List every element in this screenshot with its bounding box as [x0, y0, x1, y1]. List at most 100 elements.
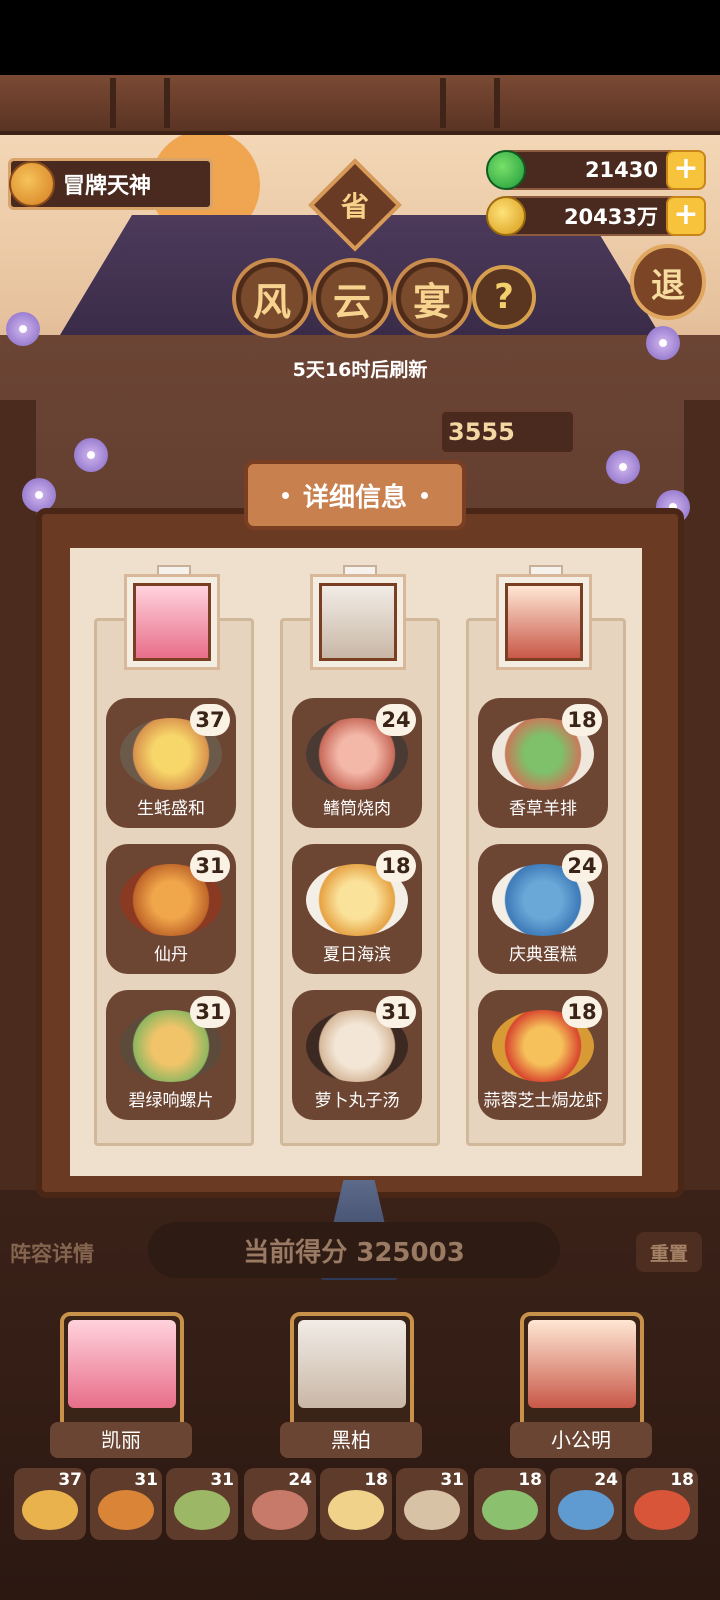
- add-coin-button[interactable]: +: [666, 196, 706, 236]
- dish-slot[interactable]: 18: [474, 1468, 546, 1540]
- dish-slot[interactable]: 37: [14, 1468, 86, 1540]
- details-title: 详细信息: [302, 482, 407, 513]
- title-medal-1: 风: [232, 258, 312, 338]
- pillar-right: [684, 400, 720, 1190]
- slot-count: 31: [134, 1470, 158, 1490]
- dish-slot[interactable]: 31: [90, 1468, 162, 1540]
- hero-name: 小公明: [510, 1422, 652, 1458]
- coin-amount: 20433万: [563, 205, 658, 229]
- slot-count: 18: [670, 1470, 694, 1490]
- current-score: 当前得分 325003: [148, 1222, 560, 1278]
- dish-name: 碧绿响螺片: [128, 1091, 214, 1111]
- dish-count: 31: [376, 996, 416, 1028]
- dish-name: 庆典蛋糕: [509, 945, 577, 965]
- player-badge[interactable]: 冒牌天神: [8, 158, 213, 210]
- slot-count: 18: [518, 1470, 542, 1490]
- dish-count: 24: [376, 704, 416, 736]
- dish-count: 31: [190, 996, 230, 1028]
- dot-icon: [281, 491, 289, 499]
- game-scene: 冒牌天神 21430 + 20433万 + 省 风 云 宴 ? 退 5天16时后…: [0, 0, 720, 1600]
- dish-card[interactable]: 24 庆典蛋糕: [478, 844, 608, 974]
- chef-portrait-3[interactable]: [496, 574, 592, 670]
- player-title: 冒牌天神: [63, 174, 152, 199]
- dish-thumb: [404, 1490, 460, 1530]
- dish-count: 31: [190, 850, 230, 882]
- dish-slot[interactable]: 31: [396, 1468, 468, 1540]
- exit-button[interactable]: 退: [630, 244, 706, 320]
- slot-count: 31: [210, 1470, 234, 1490]
- dish-name: 鳍筒烧肉: [323, 799, 391, 819]
- hero-name: 黑柏: [280, 1422, 422, 1458]
- hero-name: 凯丽: [50, 1422, 192, 1458]
- dish-slot[interactable]: 18: [320, 1468, 392, 1540]
- chef-portrait-2[interactable]: [310, 574, 406, 670]
- dish-card[interactable]: 31 碧绿响螺片: [106, 990, 236, 1120]
- flower-decoration: [646, 326, 680, 360]
- dish-name: 香草羊排: [509, 799, 577, 819]
- dish-count: 24: [562, 850, 602, 882]
- dish-thumb: [22, 1490, 78, 1530]
- dish-slot[interactable]: 31: [166, 1468, 238, 1540]
- add-jade-button[interactable]: +: [666, 150, 706, 190]
- chef-face-xiaogongming: [505, 583, 583, 661]
- dish-count: 37: [190, 704, 230, 736]
- dish-slot[interactable]: 24: [550, 1468, 622, 1540]
- slot-count: 31: [440, 1470, 464, 1490]
- roof-truss: [110, 78, 170, 128]
- reset-button[interactable]: 重置: [636, 1232, 702, 1272]
- slot-count: 24: [594, 1470, 618, 1490]
- flower-decoration: [74, 438, 108, 472]
- dish-thumb: [558, 1490, 614, 1530]
- dish-name: 蒜蓉芝士焗龙虾: [483, 1091, 603, 1111]
- chef-face-heibai: [319, 583, 397, 661]
- dish-card[interactable]: 18 香草羊排: [478, 698, 608, 828]
- dish-thumb: [98, 1490, 154, 1530]
- coin-currency: 20433万 +: [486, 196, 706, 236]
- dish-count: 18: [376, 850, 416, 882]
- slot-count: 37: [58, 1470, 82, 1490]
- dish-name: 萝卜丸子汤: [314, 1091, 400, 1111]
- title-medal-3: 宴: [392, 258, 472, 338]
- dish-thumb: [482, 1490, 538, 1530]
- slot-count: 24: [288, 1470, 312, 1490]
- flower-decoration: [22, 478, 56, 512]
- dish-card[interactable]: 18 夏日海滨: [292, 844, 422, 974]
- score-tag: 3555: [440, 410, 575, 454]
- dish-slot[interactable]: 18: [626, 1468, 698, 1540]
- jade-amount: 21430: [584, 158, 658, 182]
- dish-name: 夏日海滨: [323, 945, 391, 965]
- dish-thumb: [634, 1490, 690, 1530]
- dish-card[interactable]: 31 萝卜丸子汤: [292, 990, 422, 1120]
- dish-slot[interactable]: 24: [244, 1468, 316, 1540]
- chef-portrait-1[interactable]: [124, 574, 220, 670]
- dish-thumb: [328, 1490, 384, 1530]
- lineup-details-label[interactable]: 阵容详情: [10, 1238, 94, 1268]
- details-title-tab: 详细信息: [244, 460, 466, 530]
- refresh-countdown: 5天16时后刷新: [292, 359, 428, 381]
- hero-portrait: [68, 1320, 176, 1408]
- jade-icon: [486, 150, 526, 190]
- status-bar: [0, 0, 720, 75]
- dish-card[interactable]: 24 鳍筒烧肉: [292, 698, 422, 828]
- hero-portrait: [528, 1320, 636, 1408]
- flower-decoration: [606, 450, 640, 484]
- flower-decoration: [6, 312, 40, 346]
- roof-beam: [0, 75, 720, 135]
- pillar-left: [0, 400, 36, 1190]
- province-label: 省: [340, 190, 369, 223]
- roof-truss: [440, 78, 500, 128]
- dish-name: 生蚝盛和: [137, 799, 205, 819]
- jade-currency: 21430 +: [486, 150, 706, 190]
- dish-card[interactable]: 31 仙丹: [106, 844, 236, 974]
- hero-portrait: [298, 1320, 406, 1408]
- dish-count: 18: [562, 704, 602, 736]
- coin-icon: [486, 196, 526, 236]
- dot-icon: [421, 491, 428, 499]
- dish-card[interactable]: 18 蒜蓉芝士焗龙虾: [478, 990, 608, 1120]
- player-title-icon: [9, 161, 55, 207]
- dish-card[interactable]: 37 生蚝盛和: [106, 698, 236, 828]
- dish-thumb: [174, 1490, 230, 1530]
- dish-name: 仙丹: [154, 945, 188, 965]
- help-button[interactable]: ?: [472, 265, 536, 329]
- title-medal-2: 云: [312, 258, 392, 338]
